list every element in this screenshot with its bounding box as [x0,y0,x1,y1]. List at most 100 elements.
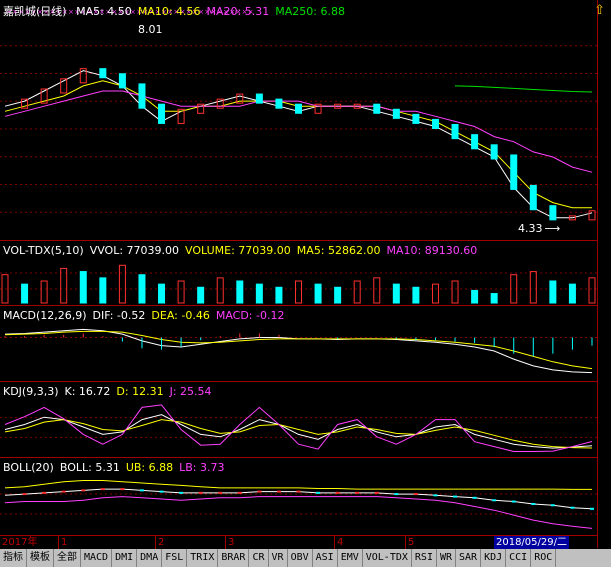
volume-legend-item: MA10: 89130.60 [386,244,478,257]
max-price-label: 8.01 [138,23,163,36]
volume-panel[interactable]: VOL-TDX(5,10) VVOL: 77039.00 VOLUME: 77039… [0,241,597,306]
volume-bar [529,271,537,304]
tab-emv[interactable]: EMV [338,549,363,567]
series-ma20-line [4,90,593,173]
candle-bar [118,73,126,89]
candle-bar [529,184,537,211]
axis-month-3: 3 [225,536,234,549]
series-ma5-line [4,70,593,219]
current-date-badge: 2018/05/29/二 [493,536,569,549]
kdj-legend-item: K: 16.72 [64,385,111,398]
boll-panel[interactable]: BOLL(20) BOLL: 5.31 UB: 6.88 LB: 3.73 [0,458,597,534]
candle-bar [431,118,439,130]
candle-bar [490,144,498,160]
boll-legend-item: BOLL: 5.31 [59,461,120,474]
candle-bar [510,154,518,190]
volume-bar [275,286,283,304]
tab-brar[interactable]: BRAR [218,549,250,567]
candle-bar [392,108,400,119]
tab-dma[interactable]: DMA [137,549,163,567]
series-ma250-line [454,85,593,93]
volume-legend-item: MA5: 52862.00 [296,244,381,257]
tab-vol-tdx[interactable]: VOL-TDX [363,549,412,567]
axis-year: 2017年 [2,537,38,548]
macd-panel[interactable]: MACD(12,26,9) DIF: -0.52 DEA: -0.46 MACD: -… [0,306,597,382]
max-price-marker: 8.01 [138,23,163,36]
volume-bar [197,286,205,304]
volume-bar [314,283,322,304]
tab-fsl[interactable]: FSL [162,549,188,567]
stock-name: 嘉凯城 [3,5,36,18]
price-legend-item: MA20: 5.31 [206,5,270,18]
tab-macd[interactable]: MACD [81,549,113,567]
volume-bar [431,283,439,304]
volume-bar [295,280,302,304]
volume-bar [373,277,381,304]
volume-bar [490,293,498,304]
candle-bar [138,83,146,109]
volume-bar [255,283,263,304]
volume-bar [177,280,185,304]
volume-bar [568,283,576,304]
candle-bar [255,93,263,104]
tab-roc[interactable]: ROC [531,549,557,567]
kdj-panel[interactable]: KDJ(9,3,3) K: 16.72 D: 12.31 J: 25.54 [0,382,597,458]
volume-bar [549,280,557,304]
candle-bar [451,124,459,140]
tab-dmi[interactable]: DMI [112,549,138,567]
tab-cci[interactable]: CCI [506,549,532,567]
price-chart: × × × × × × × × × × × × × × × × × × × × × × × × × × × × × × × × × × × × × × × × [0,8,597,221]
tab-cr[interactable]: CR [249,549,269,567]
indicator-tabs: 指标 模板 全部 MACD DMI DMA FSL TRIX BRAR CR VR OBV ASI EMV… [0,549,611,567]
tab-kdj[interactable]: KDJ [481,549,507,567]
price-panel[interactable]: × × × × × × × × × × × × × × × × × × × × × × × × × × × × × × × × × × × × × × × ×… [0,0,597,241]
macd-legend-item: MACD: -0.12 [215,309,285,322]
tab-模板[interactable]: 模板 [27,549,54,567]
volume-bar [138,274,146,304]
volume-bar [99,277,107,304]
tab-vr[interactable]: VR [269,549,288,567]
price-legend-item: MA5: 4.50 [76,5,132,18]
tab-指标[interactable]: 指标 [0,549,27,567]
volume-legend: VOL-TDX(5,10) VVOL: 77039.00 VOLUME: 77039… [3,244,483,257]
kdj-legend-item: J: 25.54 [169,385,212,398]
volume-bar [412,286,420,304]
axis-month-2: 2 [155,536,164,549]
tab-wr[interactable]: WR [437,549,457,567]
series-ma10-line [4,80,592,209]
candle-bar [99,68,107,79]
chart-period: (日线) [36,5,67,18]
volume-bar [392,283,400,304]
candle-bar [275,98,283,109]
volume-bar [451,280,459,304]
kdj-legend: KDJ(9,3,3) K: 16.72 D: 12.31 J: 25.54 [3,385,218,398]
boll-legend-item: UB: 6.88 [125,461,174,474]
macd-legend-item: MACD(12,26,9) [3,309,87,322]
series-k-line [4,414,593,449]
macd-legend-item: DEA: -0.46 [151,309,210,322]
tab-全部[interactable]: 全部 [54,549,81,567]
macd-legend: MACD(12,26,9) DIF: -0.52 DEA: -0.46 MACD: -… [3,309,290,322]
tab-sar[interactable]: SAR [456,549,482,567]
axis-month-4: 4 [334,536,343,549]
candle-bar [295,103,302,114]
boll-legend-item: BOLL(20) [3,461,54,474]
tab-rsi[interactable]: RSI [412,549,437,567]
series-j-line [4,404,593,452]
volume-bar [588,277,596,304]
volume-bar [79,271,87,304]
candle-bar [373,103,381,114]
volume-bar [471,289,479,304]
price-legend-item: MA250: 6.88 [275,5,345,18]
volume-bar [236,280,244,304]
price-legend: 嘉凯城(日线) MA5: 4.50 MA10: 4.56 MA20: 5.31 MA2… [3,3,357,19]
series-dea-line [4,330,593,370]
volume-legend-item: VOL-TDX(5,10) [3,244,84,257]
tab-obv[interactable]: OBV [288,549,313,567]
tab-trix[interactable]: TRIX [187,549,219,567]
volume-bar [353,280,361,304]
axis-month-5: 5 [405,536,414,549]
candle-bar [549,205,557,221]
candle-bar [471,134,479,150]
tab-asi[interactable]: ASI [313,549,338,567]
